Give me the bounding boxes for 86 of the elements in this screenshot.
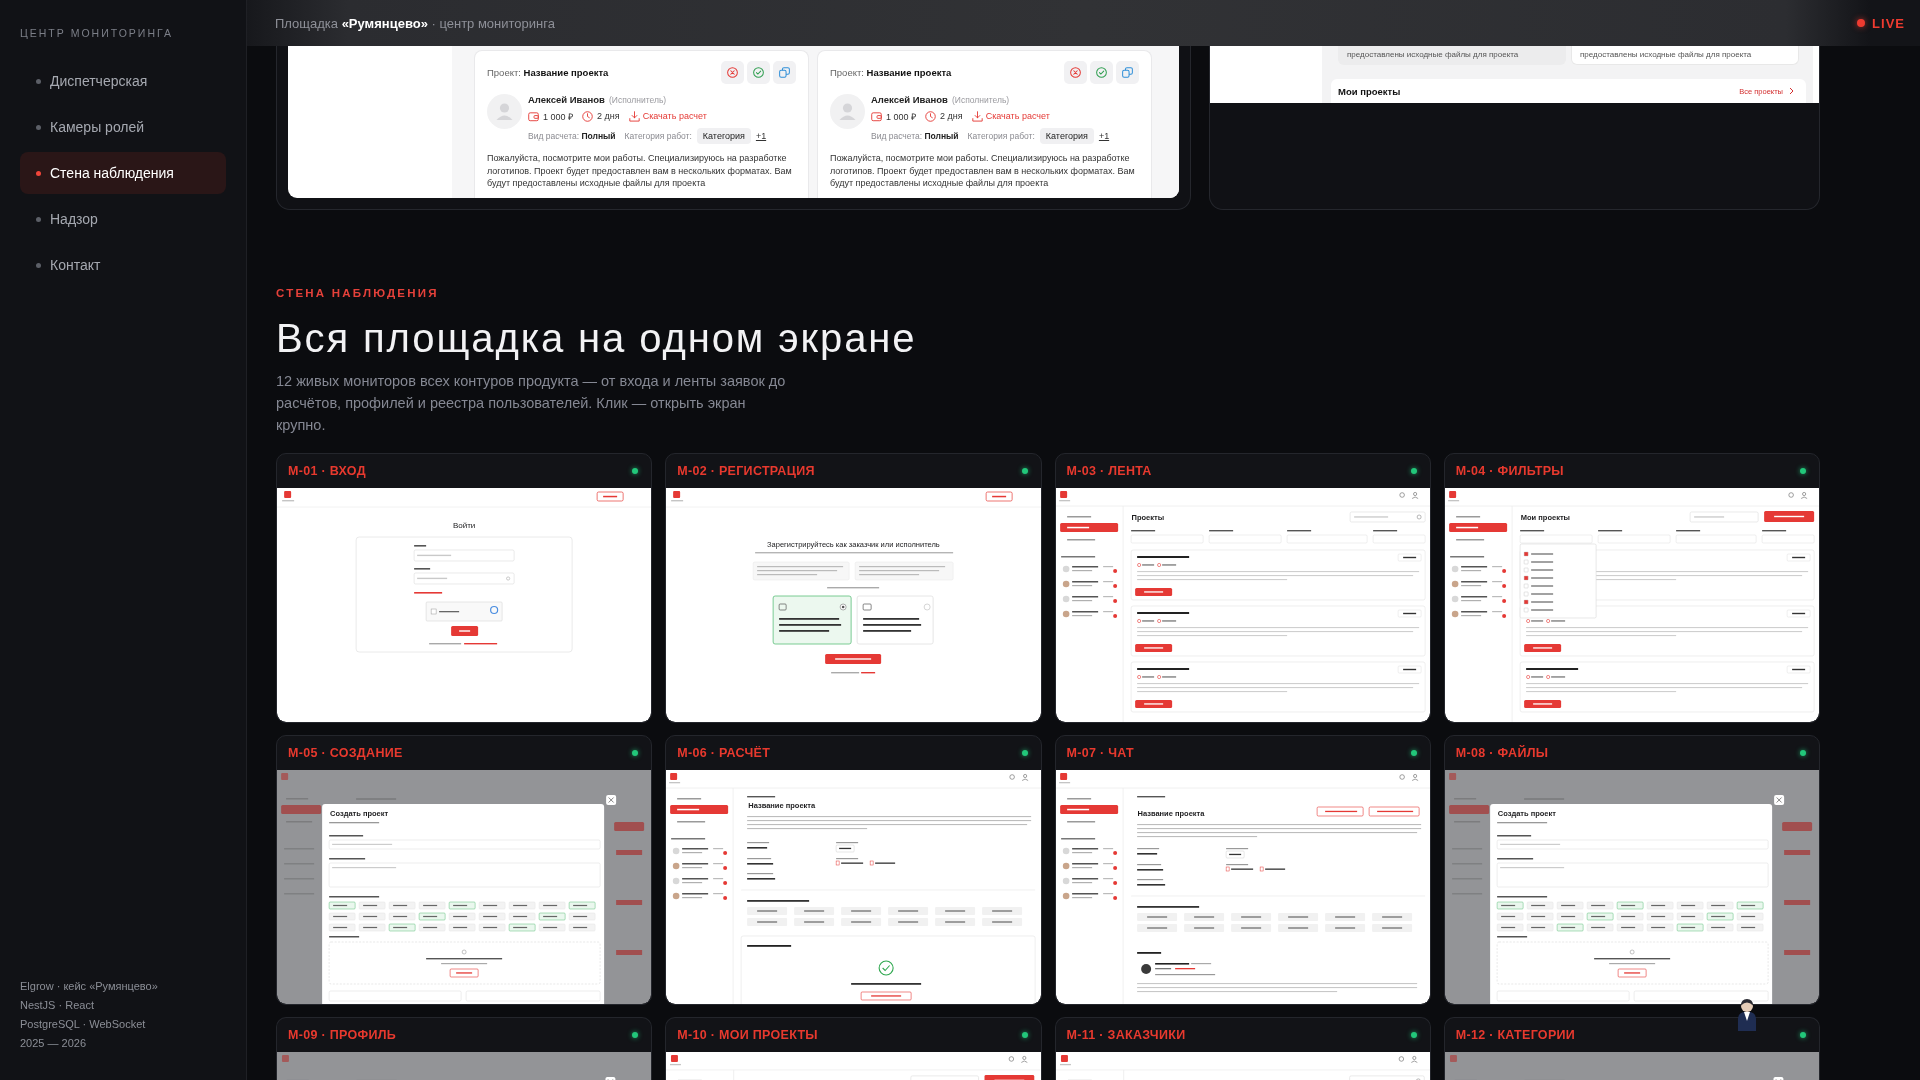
download-icon xyxy=(971,110,983,122)
breadcrumb: Площадка «Румянцево» · центр мониторинга xyxy=(275,15,555,31)
chevron-right-icon xyxy=(1789,87,1794,95)
calculation-type: Вид расчета: Полный xyxy=(528,131,616,141)
x-circle-icon xyxy=(1070,67,1081,78)
monitor-label: M-11 · ЗАКАЗЧИКИ xyxy=(1066,1028,1186,1042)
monitor-label: M-10 · МОИ ПРОЕКТЫ xyxy=(677,1028,818,1042)
footer-text: Elgrow · кейс «Румянцево» xyxy=(20,979,159,994)
monitor-label: M-08 · ФАЙЛЫ xyxy=(1455,746,1549,760)
duration-text: 2 дня xyxy=(597,111,620,121)
sidebar-title: ЦЕНТР МОНИТОРИНГА xyxy=(20,26,174,40)
download-link[interactable]: Скачать расчет xyxy=(971,110,1050,122)
category-tag: Категория xyxy=(696,128,751,144)
cancel-button[interactable] xyxy=(1064,61,1087,84)
person-name: Алексей Иванов xyxy=(528,93,605,107)
price-text: 1 000 ₽ xyxy=(886,110,917,123)
bullet-icon xyxy=(36,170,41,176)
duration-text: 2 дня xyxy=(940,111,963,121)
nav-item[interactable]: Контакт xyxy=(20,244,226,286)
duplicate-button[interactable] xyxy=(1116,61,1139,84)
monitor-label: M-07 · ЧАТ xyxy=(1066,746,1134,760)
bullet-icon xyxy=(36,124,41,130)
monitor-label: M-04 · ФИЛЬТРЫ xyxy=(1455,464,1564,478)
person-role: (Исполнитель) xyxy=(608,94,667,107)
monitor-label: M-06 · РАСЧЁТ xyxy=(677,746,771,760)
project-description: предоставлены исходные файлы для проекта xyxy=(1347,50,1519,59)
live-label: LIVE xyxy=(1872,15,1905,31)
monitor-label: M-09 · ПРОФИЛЬ xyxy=(288,1028,397,1042)
category-label: Категория работ: xyxy=(624,131,692,141)
footer-text: PostgreSQL · WebSocket xyxy=(20,1017,147,1032)
monitor-label: M-03 · ЛЕНТА xyxy=(1066,464,1152,478)
footer-text: NestJS · React xyxy=(20,998,95,1013)
section-eyebrow: СТЕНА НАБЛЮДЕНИЯ xyxy=(276,286,440,300)
mascot-icon[interactable] xyxy=(1736,998,1758,1031)
monitor-card[interactable]: M-10 · МОИ ПРОЕКТЫ xyxy=(665,1017,1042,1080)
check-circle-icon xyxy=(753,67,764,78)
category-tag: Категория xyxy=(1039,128,1094,144)
section-title: Мои проекты xyxy=(1338,85,1401,97)
monitor-card[interactable]: M-12 · КАТЕГОРИИ xyxy=(1443,1017,1820,1080)
x-circle-icon xyxy=(727,67,738,78)
bullet-icon xyxy=(36,262,41,268)
confirm-button[interactable] xyxy=(1090,61,1113,84)
monitor-card[interactable]: M-09 · ПРОФИЛЬ xyxy=(276,1017,653,1080)
download-link[interactable]: Скачать расчет xyxy=(628,110,707,122)
calculation-type: Вид расчета: Полный xyxy=(871,131,959,141)
confirm-button[interactable] xyxy=(747,61,770,84)
project-description: Пожалуйста, посмотрите мои работы. Специализируюсь на разработке логотипов. Проект будет предоставлен вам в нескольких форматах. Вам будут предоставлены исходные файлы для проекта xyxy=(487,152,793,190)
download-icon xyxy=(628,110,640,122)
page-title: Вся площадка на одном экране xyxy=(276,315,918,362)
monitor-card[interactable]: M-11 · ЗАКАЗЧИКИ xyxy=(1054,1017,1431,1080)
person-name: Алексей Иванов xyxy=(871,93,948,107)
duplicate-button[interactable] xyxy=(773,61,796,84)
more-categories-link[interactable]: +1 xyxy=(755,131,767,141)
nav-item[interactable]: Камеры ролей xyxy=(20,106,226,148)
project-title: Проект: Название проекта xyxy=(487,67,609,78)
monitor-label: M-05 · СОЗДАНИЕ xyxy=(288,746,403,760)
clock-icon xyxy=(582,110,594,122)
monitor-label: M-02 · РЕГИСТРАЦИЯ xyxy=(677,464,815,478)
monitor-label: M-01 · ВХОД xyxy=(288,464,366,478)
category-label: Категория работ: xyxy=(967,131,1035,141)
project-title: Проект: Название проекта xyxy=(830,67,952,78)
monitor-label: M-12 · КАТЕГОРИИ xyxy=(1455,1028,1576,1042)
wallet-icon xyxy=(528,110,539,122)
wallet-icon xyxy=(871,110,882,122)
nav-item[interactable]: Стена наблюдения xyxy=(20,152,226,194)
copy-icon xyxy=(779,67,790,78)
screen-title: Войти xyxy=(452,521,476,531)
price-text: 1 000 ₽ xyxy=(543,110,574,123)
bullet-icon xyxy=(36,216,41,222)
live-dot-icon xyxy=(1857,19,1866,27)
nav-item[interactable]: Диспетчерская xyxy=(20,60,226,102)
person-role: (Исполнитель) xyxy=(951,94,1010,107)
more-categories-link[interactable]: +1 xyxy=(1098,131,1110,141)
footer-text: 2025 — 2026 xyxy=(20,1036,88,1051)
bullet-icon xyxy=(36,78,41,84)
copy-icon xyxy=(1122,67,1133,78)
project-description: Пожалуйста, посмотрите мои работы. Специализируюсь на разработке логотипов. Проект будет предоставлен вам в нескольких форматах. Вам будут предоставлены исходные файлы для проекта xyxy=(830,152,1136,190)
check-circle-icon xyxy=(1096,67,1107,78)
avatar-icon xyxy=(487,94,522,129)
clock-icon xyxy=(925,110,937,122)
nav-item[interactable]: Надзор xyxy=(20,198,226,240)
monitor-card[interactable]: M-01 · ВХОД Войти xyxy=(276,453,653,723)
section-description: 12 живых мониторов всех контуров продукта — от входа и ленты заявок до расчётов, профилей и реестра пользователей. Клик — открыть экран крупно. xyxy=(276,372,787,435)
avatar-icon xyxy=(830,94,865,129)
cancel-button[interactable] xyxy=(721,61,744,84)
project-description: предоставлены исходные файлы для проекта xyxy=(1580,50,1752,59)
